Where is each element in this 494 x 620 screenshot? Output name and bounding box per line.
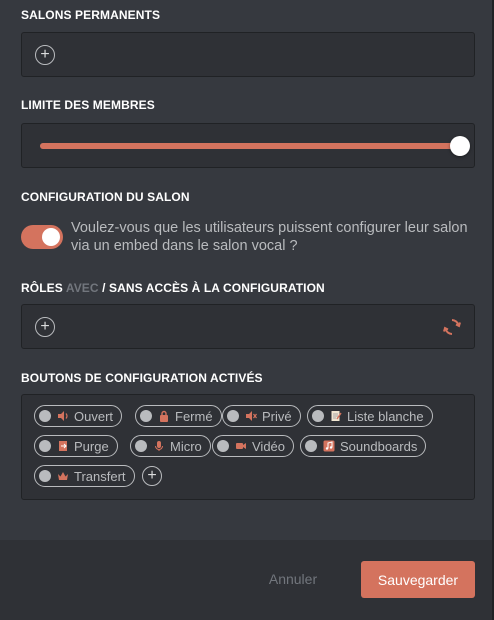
roles-title-avec: AVEC [65,281,99,295]
chip-toggle-dot [140,410,152,422]
refresh-icon[interactable] [442,317,462,337]
crown-icon [58,472,68,480]
chip-toggle-dot [39,440,51,452]
chip-soundboards[interactable]: Soundboards [300,435,427,457]
note-icon [331,411,342,421]
settings-panel: SALONS PERMANENTS + LIMITE DES MEMBRES C… [0,0,494,540]
add-config-button[interactable]: + [142,466,162,486]
member-limit-slider-handle[interactable] [450,136,470,156]
chip-label: Ouvert [74,408,114,424]
chip-label: Purge [74,438,109,454]
add-permanent-channel-button[interactable]: + [35,45,55,65]
config-buttons-box: Ouvert Fermé Privé Liste blanche Purge M… [21,394,475,500]
chip-purge[interactable]: Purge [34,435,118,457]
chip-label: Transfert [74,468,126,484]
chip-toggle-dot [312,410,324,422]
chip-closed[interactable]: Fermé [135,405,222,427]
member-limit-slider-fill [40,143,460,149]
microphone-icon [155,441,163,451]
save-button[interactable]: Sauvegarder [361,561,475,598]
chip-label: Privé [262,408,292,424]
chip-toggle-dot [227,410,239,422]
chip-video[interactable]: Vidéo [212,435,295,457]
chip-open[interactable]: Ouvert [34,405,123,427]
chip-toggle-dot [39,470,51,482]
channel-config-toggle[interactable] [21,225,63,249]
chip-micro[interactable]: Micro [130,435,211,457]
exit-door-icon [59,441,67,451]
chip-toggle-dot [217,440,229,452]
toggle-knob [42,228,60,246]
permanent-channels-title: SALONS PERMANENTS [21,8,161,22]
permanent-channels-box: + [21,32,475,77]
chip-toggle-dot [305,440,317,452]
chip-label: Fermé [175,408,213,424]
roles-title-suffix: / SANS ACCÈS À LA CONFIGURATION [98,281,325,295]
chip-private[interactable]: Privé [222,405,301,427]
chip-label: Liste blanche [347,408,424,424]
member-limit-box [21,123,475,168]
camera-icon [236,443,246,449]
member-limit-slider[interactable] [40,136,470,156]
muted-speaker-icon [246,411,257,421]
config-buttons-title: BOUTONS DE CONFIGURATION ACTIVÉS [21,371,263,385]
chip-toggle-dot [135,440,147,452]
music-icon [323,440,335,452]
lock-icon [160,410,168,422]
roles-box: + [21,304,475,349]
roles-title: RÔLES AVEC / SANS ACCÈS À LA CONFIGURATI… [21,281,325,295]
speaker-icon [58,411,68,421]
chip-label: Micro [170,438,202,454]
add-role-button[interactable]: + [35,317,55,337]
member-limit-title: LIMITE DES MEMBRES [21,98,155,112]
chip-transfer[interactable]: Transfert [34,465,135,487]
roles-title-prefix: RÔLES [21,281,66,295]
channel-config-description: Voulez-vous que les utilisateurs puissen… [71,220,468,254]
chip-label: Soundboards [340,438,418,454]
footer-bar: Annuler Sauvegarder [0,540,494,620]
cancel-button[interactable]: Annuler [253,561,333,597]
chip-label: Vidéo [252,438,286,454]
chip-whitelist[interactable]: Liste blanche [307,405,433,427]
channel-config-title: CONFIGURATION DU SALON [21,190,190,204]
chip-toggle-dot [39,410,51,422]
